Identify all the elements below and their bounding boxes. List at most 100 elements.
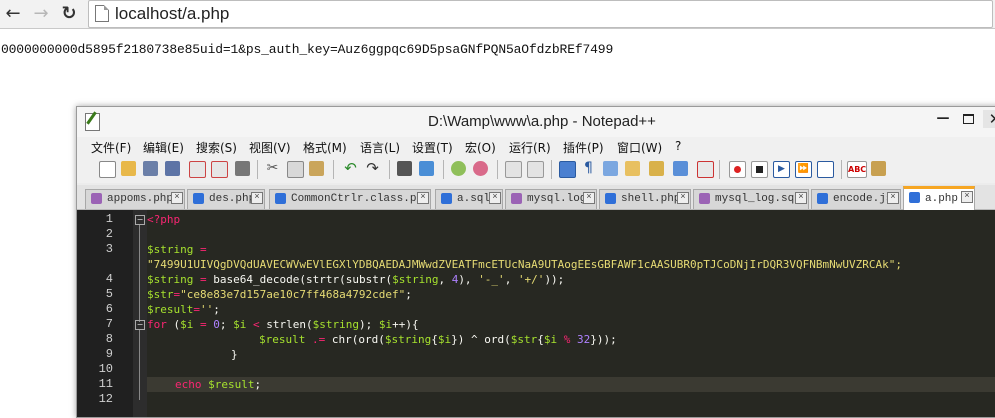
tab-encode-js[interactable]: encode.js ×: [811, 189, 901, 209]
tab-mysql-log[interactable]: mysql.log ×: [505, 189, 597, 209]
replace-icon[interactable]: [419, 161, 434, 176]
tab-a-php[interactable]: a.php ×: [903, 186, 975, 211]
code-token: $result: [208, 378, 255, 391]
stop-square-icon: [756, 166, 763, 173]
menu-window[interactable]: 窗口(W): [617, 139, 662, 156]
code-token: '+/': [517, 273, 545, 286]
spell-check-icon[interactable]: ABC: [847, 161, 867, 178]
doc-map-icon[interactable]: [649, 161, 664, 176]
code-token: $string: [392, 273, 439, 286]
stop-macro-icon[interactable]: [751, 161, 768, 178]
code-token: =: [193, 243, 207, 256]
save-macro-icon[interactable]: [817, 161, 834, 178]
tab-appoms-php[interactable]: appoms.php ×: [85, 189, 185, 209]
code-token: $i: [180, 318, 194, 331]
tab-des-php[interactable]: des.php ×: [187, 189, 265, 209]
run-macro-multiple-icon[interactable]: ⏩: [795, 161, 812, 178]
title-bar[interactable]: D:\Wamp\www\a.php - Notepad++ — ✕: [77, 107, 995, 137]
new-file-icon[interactable]: [99, 161, 116, 178]
code-token: ;: [254, 378, 262, 391]
tab-close-icon[interactable]: ×: [171, 192, 183, 204]
menu-language[interactable]: 语言(L): [360, 139, 400, 156]
redo-icon[interactable]: ↷: [365, 161, 380, 176]
url-text[interactable]: localhost/a.php: [115, 4, 229, 24]
menu-help[interactable]: ?: [675, 139, 681, 153]
address-bar[interactable]: localhost/a.php: [88, 0, 993, 28]
menu-settings[interactable]: 设置(T): [412, 139, 453, 156]
zoom-in-icon[interactable]: [451, 161, 466, 176]
toolbar: ✂ ↶ ↷ ¶ ▶ ⏩ ABC: [77, 157, 995, 183]
print-icon[interactable]: [235, 161, 250, 176]
paste-icon[interactable]: [309, 161, 324, 176]
close-icon[interactable]: [189, 161, 206, 178]
code-token: substr: [345, 273, 386, 286]
fold-toggle-icon[interactable]: −: [135, 215, 145, 225]
tab-close-icon[interactable]: ×: [677, 192, 689, 204]
tab-close-icon[interactable]: ×: [887, 192, 899, 204]
menu-search[interactable]: 搜索(S): [196, 139, 237, 156]
play-macro-icon[interactable]: ▶: [773, 161, 790, 178]
tab-label: des.php: [209, 193, 256, 205]
indent-guide-icon[interactable]: [603, 161, 618, 176]
reload-icon[interactable]: ↻: [58, 3, 80, 25]
code-token: ,: [504, 273, 518, 286]
code-token: $string: [147, 243, 194, 256]
close-all-icon[interactable]: [211, 161, 228, 178]
save-icon[interactable]: [143, 161, 158, 176]
sync-scroll-h-icon[interactable]: [527, 161, 544, 178]
cut-icon[interactable]: ✂: [265, 161, 280, 176]
maximize-button[interactable]: [959, 110, 977, 128]
save-all-icon[interactable]: [165, 161, 180, 176]
tab-label: CommonCtrlr.class.php: [291, 193, 430, 205]
fold-line: [139, 330, 140, 400]
function-list-icon[interactable]: [673, 161, 688, 176]
code-editor[interactable]: 1 2 3 4 5 6 7 8 9 10 11 12 − − <?php $st…: [77, 210, 995, 417]
plugin-icon[interactable]: [871, 161, 886, 176]
menu-run[interactable]: 运行(R): [509, 139, 551, 156]
arrow-left-icon[interactable]: ←: [2, 3, 24, 25]
find-icon[interactable]: [397, 161, 412, 176]
zoom-out-icon[interactable]: [473, 161, 488, 176]
tab-close-icon[interactable]: ×: [489, 192, 501, 204]
tab-close-icon[interactable]: ×: [251, 192, 263, 204]
code-token: ;: [219, 318, 234, 331]
word-wrap-icon[interactable]: [559, 161, 576, 178]
menu-file[interactable]: 文件(F): [91, 139, 131, 156]
line-number-gutter: 1 2 3 4 5 6 7 8 9 10 11 12: [77, 210, 133, 417]
open-file-icon[interactable]: [121, 161, 136, 176]
undo-icon[interactable]: ↶: [343, 161, 358, 176]
sync-scroll-v-icon[interactable]: [505, 161, 522, 178]
user-lang-icon[interactable]: [625, 161, 640, 176]
code-line-9: }: [147, 347, 995, 362]
menu-plugins[interactable]: 插件(P): [563, 139, 604, 156]
tab-close-icon[interactable]: ×: [795, 192, 807, 204]
line-number: 4: [105, 272, 113, 286]
code-line-8: $result .= chr(ord($string{$i}) ^ ord($s…: [147, 332, 995, 347]
close-button[interactable]: ✕: [983, 110, 995, 128]
menu-view[interactable]: 视图(V): [249, 139, 291, 156]
tab-shell-php[interactable]: shell.php ×: [599, 189, 691, 209]
code-token: '-_': [478, 273, 505, 286]
tab-commonctrlr-class-php[interactable]: CommonCtrlr.class.php ×: [269, 189, 431, 209]
menu-macro[interactable]: 宏(O): [465, 139, 496, 156]
line-number: 8: [105, 332, 113, 346]
menu-edit[interactable]: 编辑(E): [143, 139, 184, 156]
arrow-right-icon[interactable]: →: [30, 3, 52, 25]
tab-close-icon[interactable]: ×: [583, 192, 595, 204]
code-token: "ce8e83e7d157ae10c7ff468a4792cdef": [180, 288, 406, 301]
toolbar-separator: [497, 160, 498, 179]
code-token: strlen: [266, 318, 306, 331]
code-token: }: [231, 348, 238, 361]
tab-a-sql[interactable]: a.sql ×: [435, 189, 503, 209]
folder-workspace-icon[interactable]: [697, 161, 714, 178]
copy-icon[interactable]: [287, 161, 304, 178]
tab-mysql-log-sql[interactable]: mysql_log.sql ×: [693, 189, 809, 209]
tab-close-icon[interactable]: ×: [417, 192, 429, 204]
record-macro-icon[interactable]: [729, 161, 746, 178]
show-all-chars-icon[interactable]: ¶: [581, 161, 596, 176]
minimize-button[interactable]: —: [934, 110, 952, 128]
fold-toggle-icon[interactable]: −: [135, 320, 145, 330]
code-line-7: for ($i = 0; $i < strlen($string); $i++)…: [147, 317, 995, 332]
tab-close-icon[interactable]: ×: [961, 191, 973, 203]
menu-format[interactable]: 格式(M): [303, 139, 347, 156]
